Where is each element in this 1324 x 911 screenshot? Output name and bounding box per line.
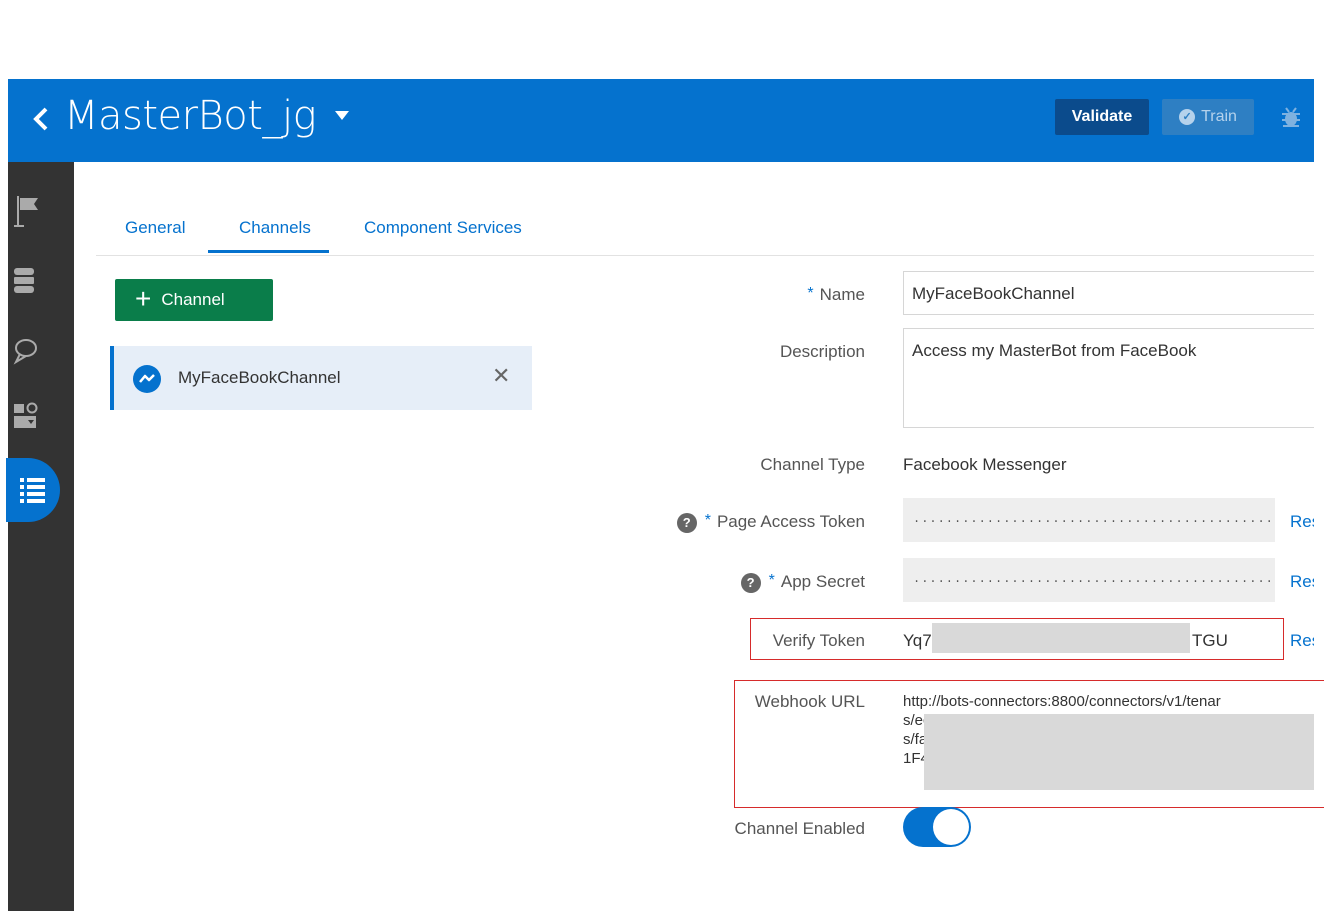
database-icon[interactable] <box>6 262 46 302</box>
channel-name: MyFaceBookChannel <box>178 368 341 387</box>
sidebar-item-active-bg[interactable] <box>6 458 60 522</box>
verify-token-value-start: Yq7 <box>903 631 932 650</box>
check-circle-icon: ✓ <box>1179 109 1196 125</box>
toggle-knob <box>933 809 969 845</box>
tab-channels[interactable]: Channels <box>208 218 329 253</box>
app-secret-label: ? * App Secret <box>740 572 865 593</box>
channel-type-label: Channel Type <box>760 455 865 474</box>
description-label: Description <box>779 342 865 361</box>
channel-list-item[interactable]: MyFaceBookChannel ✕ <box>110 346 532 410</box>
page-access-token-label: ? * Page Access Token <box>676 512 865 533</box>
required-asterisk: * <box>807 285 814 302</box>
redacted-region <box>924 714 1314 790</box>
help-icon[interactable]: ? <box>740 572 761 593</box>
list-icon <box>20 478 45 503</box>
plus-icon: + <box>135 282 152 314</box>
page-access-token-input[interactable]: ........................................… <box>903 498 1275 542</box>
name-label: * Name <box>807 285 865 304</box>
webhook-url-label: Webhook URL <box>754 692 865 711</box>
train-button[interactable]: ✓ Train <box>1162 99 1254 135</box>
close-icon[interactable]: ✕ <box>492 364 510 389</box>
bot-name-title[interactable]: MasterBot_jg <box>64 93 317 139</box>
tab-general[interactable]: General <box>125 218 185 250</box>
verify-token-value-end: TGU <box>1192 631 1228 650</box>
bug-icon[interactable] <box>1280 106 1302 128</box>
redacted-region <box>932 623 1190 653</box>
channel-type-value: Facebook Messenger <box>903 455 1067 474</box>
app-secret-reset-link[interactable]: Res <box>1290 572 1314 592</box>
page-access-token-reset-link[interactable]: Res <box>1290 512 1314 532</box>
left-sidebar <box>6 162 74 911</box>
chat-icon[interactable] <box>6 330 46 370</box>
channel-enabled-toggle[interactable] <box>903 807 971 847</box>
components-icon[interactable] <box>6 398 46 438</box>
bot-switcher-caret-icon[interactable] <box>335 111 349 120</box>
train-label: Train <box>1201 108 1237 125</box>
validate-button[interactable]: Validate <box>1055 99 1149 135</box>
channel-enabled-label: Channel Enabled <box>734 819 865 838</box>
app-header: MasterBot_jg Validate ✓ Train <box>8 79 1314 162</box>
app-secret-input[interactable]: ........................................… <box>903 558 1275 602</box>
settings-tabs: General Channels Component Services <box>96 210 1314 256</box>
description-textarea[interactable]: Access my MasterBot from FaceBook <box>903 328 1314 428</box>
flag-icon[interactable] <box>12 192 52 232</box>
help-icon[interactable]: ? <box>676 512 697 533</box>
verify-token-reset-link[interactable]: Res <box>1290 631 1314 651</box>
tab-component-services[interactable]: Component Services <box>364 218 522 250</box>
messenger-icon <box>133 365 161 393</box>
add-channel-button[interactable]: + Channel <box>115 279 273 321</box>
verify-token-label: Verify Token <box>772 631 865 650</box>
add-channel-label: Channel <box>161 290 225 309</box>
back-chevron-icon[interactable] <box>28 99 54 139</box>
name-input[interactable]: MyFaceBookChannel <box>903 271 1314 315</box>
